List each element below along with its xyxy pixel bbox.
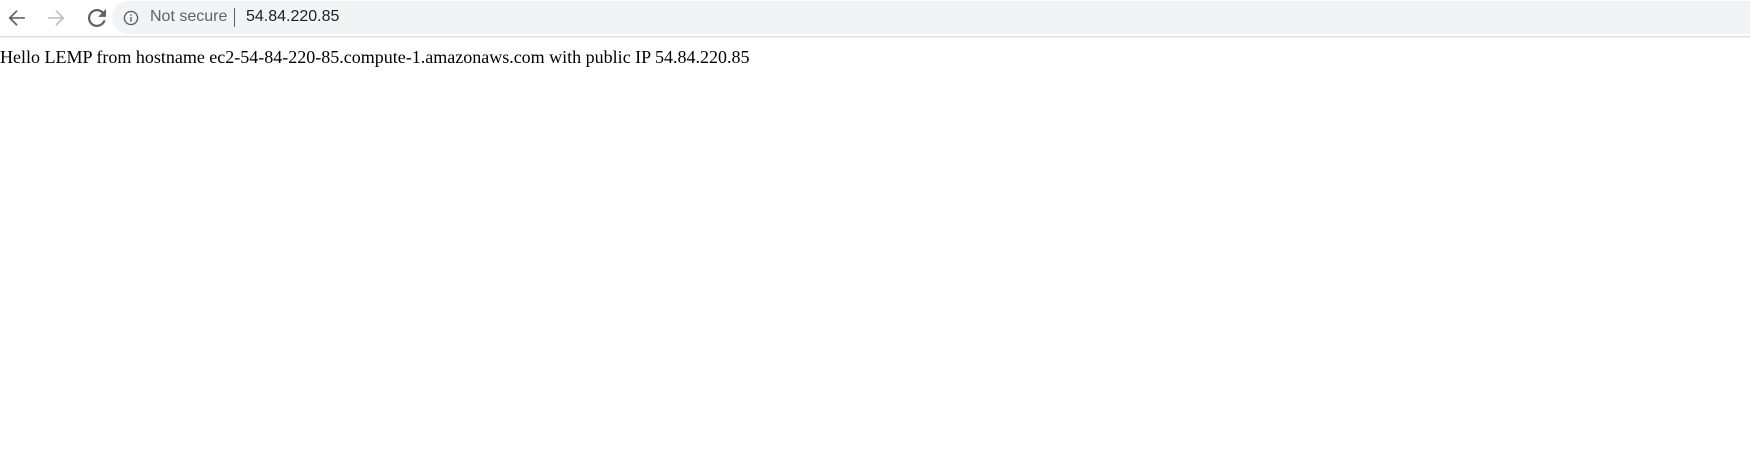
arrow-left-icon — [8, 10, 25, 26]
page-body-text: Hello LEMP from hostname ec2-54-84-220-8… — [0, 47, 750, 67]
security-status-label[interactable]: Not secure — [150, 8, 227, 26]
reload-icon — [88, 9, 106, 27]
arrow-right-icon — [48, 10, 65, 26]
browser-toolbar: Not secure 54.84.220.85 — [0, 0, 1750, 37]
url-text[interactable]: 54.84.220.85 — [246, 8, 339, 26]
address-bar[interactable]: Not secure 54.84.220.85 — [112, 1, 1750, 34]
back-button[interactable] — [3, 4, 31, 32]
omnibox-divider — [234, 8, 235, 27]
info-circle-icon[interactable] — [123, 10, 139, 26]
page-content: Hello LEMP from hostname ec2-54-84-220-8… — [0, 47, 1750, 67]
forward-button[interactable] — [42, 4, 70, 32]
reload-button[interactable] — [83, 4, 111, 32]
